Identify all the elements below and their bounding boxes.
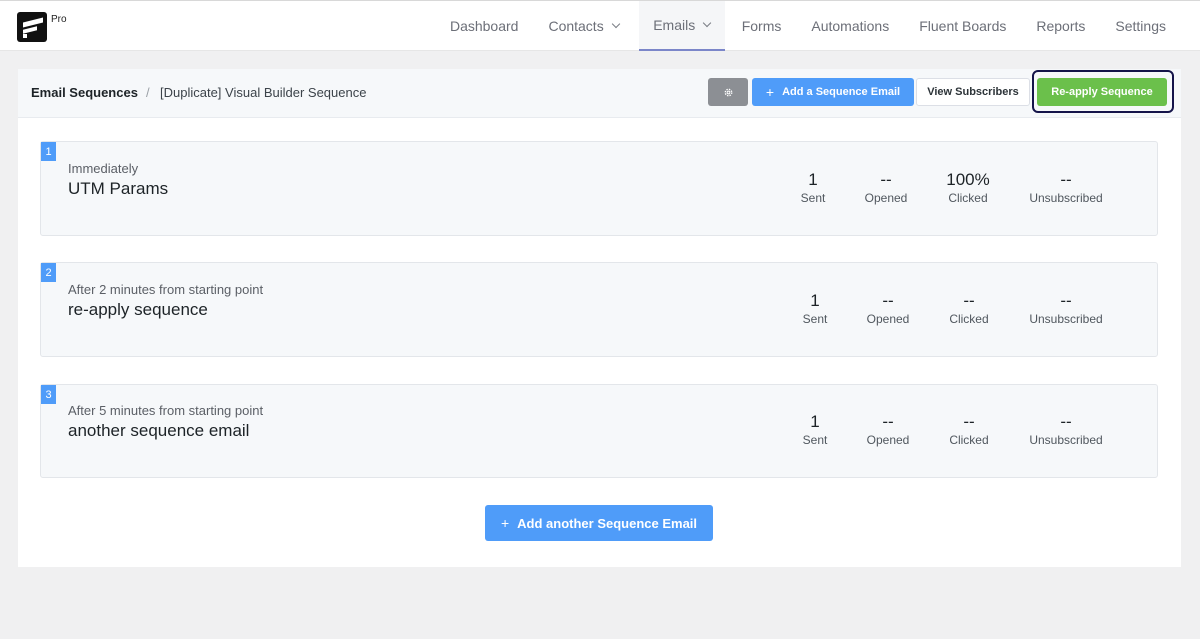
nav-label: Settings	[1115, 18, 1166, 34]
stat-value: --	[1060, 291, 1072, 310]
main-nav: Dashboard Contacts Emails Forms Automati…	[435, 1, 1200, 52]
stat-label: Clicked	[948, 191, 988, 205]
nav-settings[interactable]: Settings	[1100, 1, 1200, 51]
stat-label: Clicked	[949, 433, 989, 447]
stat-value: --	[963, 412, 975, 431]
sequence-index: 2	[41, 263, 56, 282]
nav-contacts[interactable]: Contacts	[533, 1, 633, 51]
button-label: Add a Sequence Email	[782, 86, 901, 98]
stat-opened: -- Opened	[841, 170, 931, 206]
sequence-subject[interactable]: UTM Params	[68, 179, 168, 199]
gear-icon	[724, 88, 732, 96]
sequence-delay: Immediately	[68, 161, 139, 176]
stat-label: Opened	[864, 191, 908, 205]
panel-header: Email Sequences / [Duplicate] Visual Bui…	[18, 69, 1181, 118]
plus-icon: +	[500, 515, 510, 531]
sequence-index: 1	[41, 142, 56, 161]
stat-value: --	[882, 291, 894, 310]
nav-label: Emails	[653, 17, 696, 33]
nav-emails[interactable]: Emails	[638, 1, 725, 51]
plus-icon: +	[765, 84, 775, 100]
view-subscribers-button[interactable]: View Subscribers	[916, 78, 1030, 106]
sequence-index: 3	[41, 385, 56, 404]
fluentcrm-logo[interactable]	[17, 12, 47, 42]
sequence-email-card[interactable]: 1 Immediately UTM Params 1 Sent -- Opened …	[40, 141, 1158, 236]
nav-label: Fluent Boards	[919, 18, 1007, 34]
reapply-sequence-button[interactable]: Re-apply Sequence	[1037, 78, 1167, 106]
sequence-delay: After 5 minutes from starting point	[68, 403, 264, 418]
breadcrumb-current: [Duplicate] Visual Builder Sequence	[160, 85, 367, 100]
button-label: Add another Sequence Email	[517, 515, 698, 531]
stat-opened: -- Opened	[843, 291, 933, 327]
sequence-subject[interactable]: another sequence email	[68, 421, 249, 441]
sequence-panel: Email Sequences / [Duplicate] Visual Bui…	[18, 69, 1181, 567]
nav-label: Contacts	[548, 18, 604, 34]
stat-unsubscribed: -- Unsubscribed	[1015, 170, 1117, 206]
add-another-sequence-email-button[interactable]: + Add another Sequence Email	[485, 505, 713, 541]
nav-label: Forms	[741, 18, 782, 34]
stat-clicked: -- Clicked	[924, 291, 1014, 327]
stat-value: --	[882, 412, 894, 431]
top-navbar: Pro Dashboard Contacts Emails Forms Auto…	[0, 0, 1200, 51]
sequence-email-card[interactable]: 3 After 5 minutes from starting point an…	[40, 384, 1158, 478]
stat-clicked: 100% Clicked	[923, 170, 1013, 206]
sequence-email-card[interactable]: 2 After 2 minutes from starting point re…	[40, 262, 1158, 357]
button-label: Re-apply Sequence	[1051, 86, 1153, 98]
chevron-down-icon	[702, 18, 712, 28]
stat-label: Unsubscribed	[1029, 433, 1103, 447]
breadcrumb-email-sequences[interactable]: Email Sequences	[31, 85, 138, 100]
stat-value: --	[1060, 412, 1072, 431]
stat-label: Unsubscribed	[1029, 312, 1103, 326]
pro-badge: Pro	[51, 14, 67, 25]
nav-label: Reports	[1036, 18, 1086, 34]
stat-value: --	[963, 291, 975, 310]
nav-automations[interactable]: Automations	[796, 1, 904, 51]
stat-value: --	[880, 170, 892, 189]
stat-label: Clicked	[949, 312, 989, 326]
nav-forms[interactable]: Forms	[727, 1, 797, 51]
stat-opened: -- Opened	[843, 412, 933, 448]
nav-dashboard[interactable]: Dashboard	[435, 1, 534, 51]
stat-value: --	[1060, 170, 1072, 189]
stat-unsubscribed: -- Unsubscribed	[1015, 412, 1117, 448]
stat-label: Unsubscribed	[1029, 191, 1103, 205]
stat-value: 100%	[946, 170, 990, 189]
stat-label: Opened	[866, 312, 910, 326]
nav-label: Dashboard	[449, 18, 519, 34]
stat-unsubscribed: -- Unsubscribed	[1015, 291, 1117, 327]
nav-label: Automations	[811, 18, 890, 34]
nav-reports[interactable]: Reports	[1021, 1, 1100, 51]
nav-fluent-boards[interactable]: Fluent Boards	[904, 1, 1021, 51]
button-label: View Subscribers	[927, 86, 1019, 98]
stat-clicked: -- Clicked	[924, 412, 1014, 448]
sequence-subject[interactable]: re-apply sequence	[68, 300, 208, 320]
stat-label: Opened	[866, 433, 910, 447]
chevron-down-icon	[611, 19, 620, 29]
add-sequence-email-button[interactable]: + Add a Sequence Email	[752, 78, 914, 106]
sequence-delay: After 2 minutes from starting point	[68, 282, 264, 297]
settings-button[interactable]	[708, 78, 748, 106]
breadcrumb-separator: /	[146, 85, 150, 100]
